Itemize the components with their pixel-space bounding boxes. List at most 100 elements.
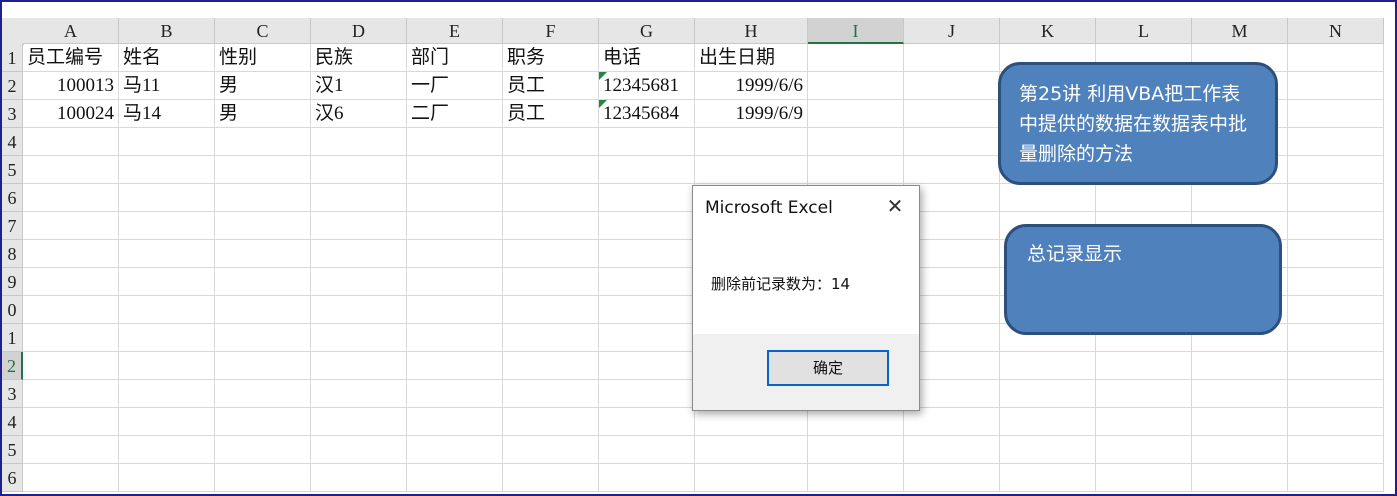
cell-e6[interactable] (407, 184, 503, 212)
cell-d2[interactable]: 汉1 (311, 72, 407, 100)
cell-e8[interactable] (407, 240, 503, 268)
cell-g5[interactable] (599, 156, 695, 184)
column-header-h[interactable]: H (695, 18, 808, 44)
cell-n11[interactable] (1288, 324, 1384, 352)
cell-n2[interactable] (1288, 72, 1384, 100)
cell-a7[interactable] (23, 212, 119, 240)
cell-b16[interactable] (119, 464, 215, 492)
cell-n15[interactable] (1288, 436, 1384, 464)
ok-button[interactable]: 确定 (767, 350, 889, 386)
cell-n10[interactable] (1288, 296, 1384, 324)
cell-i5[interactable] (808, 156, 904, 184)
cell-c4[interactable] (215, 128, 311, 156)
close-icon[interactable]: ✕ (885, 196, 905, 216)
cell-i14[interactable] (808, 408, 904, 436)
total-records-shape[interactable]: 总记录显示 (1004, 224, 1282, 335)
cell-c11[interactable] (215, 324, 311, 352)
cell-b9[interactable] (119, 268, 215, 296)
header-cell-d[interactable]: 民族 (311, 44, 407, 72)
cell-a14[interactable] (23, 408, 119, 436)
cell-c7[interactable] (215, 212, 311, 240)
cell-k12[interactable] (1000, 352, 1096, 380)
cell-m6[interactable] (1192, 184, 1288, 212)
cell-n13[interactable] (1288, 380, 1384, 408)
column-header-a[interactable]: A (23, 18, 119, 44)
cell-f12[interactable] (503, 352, 599, 380)
cell-n1[interactable] (1288, 44, 1384, 72)
cell-c3[interactable]: 男 (215, 100, 311, 128)
cell-l12[interactable] (1096, 352, 1192, 380)
cell-m15[interactable] (1192, 436, 1288, 464)
cell-e5[interactable] (407, 156, 503, 184)
row-header-7[interactable]: 7 (2, 212, 23, 240)
cell-c9[interactable] (215, 268, 311, 296)
cell-d15[interactable] (311, 436, 407, 464)
cell-g8[interactable] (599, 240, 695, 268)
cell-g4[interactable] (599, 128, 695, 156)
cell-i3[interactable] (808, 100, 904, 128)
cell-g6[interactable] (599, 184, 695, 212)
cell-n16[interactable] (1288, 464, 1384, 492)
cell-b12[interactable] (119, 352, 215, 380)
cell-c13[interactable] (215, 380, 311, 408)
header-cell-e[interactable]: 部门 (407, 44, 503, 72)
cell-f3[interactable]: 员工 (503, 100, 599, 128)
cell-d9[interactable] (311, 268, 407, 296)
row-header-1[interactable]: 1 (2, 44, 23, 72)
column-header-j[interactable]: J (904, 18, 1000, 44)
cell-e3[interactable]: 二厂 (407, 100, 503, 128)
cell-k14[interactable] (1000, 408, 1096, 436)
row-header-3[interactable]: 3 (2, 100, 23, 128)
cell-i15[interactable] (808, 436, 904, 464)
cell-e2[interactable]: 一厂 (407, 72, 503, 100)
cell-j15[interactable] (904, 436, 1000, 464)
cell-c15[interactable] (215, 436, 311, 464)
cell-l14[interactable] (1096, 408, 1192, 436)
row-header-11[interactable]: 1 (2, 324, 23, 352)
cell-e13[interactable] (407, 380, 503, 408)
cell-j5[interactable] (904, 156, 1000, 184)
cell-b2[interactable]: 马11 (119, 72, 215, 100)
cell-f4[interactable] (503, 128, 599, 156)
cell-c6[interactable] (215, 184, 311, 212)
cell-h15[interactable] (695, 436, 808, 464)
cell-k13[interactable] (1000, 380, 1096, 408)
cell-l16[interactable] (1096, 464, 1192, 492)
cell-l15[interactable] (1096, 436, 1192, 464)
cell-d14[interactable] (311, 408, 407, 436)
cell-i2[interactable] (808, 72, 904, 100)
cell-g16[interactable] (599, 464, 695, 492)
column-header-d[interactable]: D (311, 18, 407, 44)
row-header-14[interactable]: 4 (2, 408, 23, 436)
column-header-i[interactable]: I (808, 18, 904, 44)
cell-c2[interactable]: 男 (215, 72, 311, 100)
cell-m12[interactable] (1192, 352, 1288, 380)
header-cell-h[interactable]: 出生日期 (695, 44, 808, 72)
cell-a2[interactable]: 100013 (23, 72, 119, 100)
cell-f6[interactable] (503, 184, 599, 212)
row-header-6[interactable]: 6 (2, 184, 23, 212)
header-cell-a[interactable]: 员工编号 (23, 44, 119, 72)
row-header-9[interactable]: 9 (2, 268, 23, 296)
title-shape[interactable]: 第25讲 利用VBA把工作表中提供的数据在数据表中批量删除的方法 (998, 62, 1278, 185)
cell-b10[interactable] (119, 296, 215, 324)
cell-f13[interactable] (503, 380, 599, 408)
cell-e10[interactable] (407, 296, 503, 324)
cell-k6[interactable] (1000, 184, 1096, 212)
cell-f14[interactable] (503, 408, 599, 436)
cell-e16[interactable] (407, 464, 503, 492)
cell-g15[interactable] (599, 436, 695, 464)
row-header-10[interactable]: 0 (2, 296, 23, 324)
cell-g11[interactable] (599, 324, 695, 352)
cell-n8[interactable] (1288, 240, 1384, 268)
cell-h5[interactable] (695, 156, 808, 184)
cell-h4[interactable] (695, 128, 808, 156)
cell-d4[interactable] (311, 128, 407, 156)
cell-i1[interactable] (808, 44, 904, 72)
cell-a10[interactable] (23, 296, 119, 324)
cell-n6[interactable] (1288, 184, 1384, 212)
cell-n12[interactable] (1288, 352, 1384, 380)
cell-l13[interactable] (1096, 380, 1192, 408)
cell-b15[interactable] (119, 436, 215, 464)
cell-n7[interactable] (1288, 212, 1384, 240)
